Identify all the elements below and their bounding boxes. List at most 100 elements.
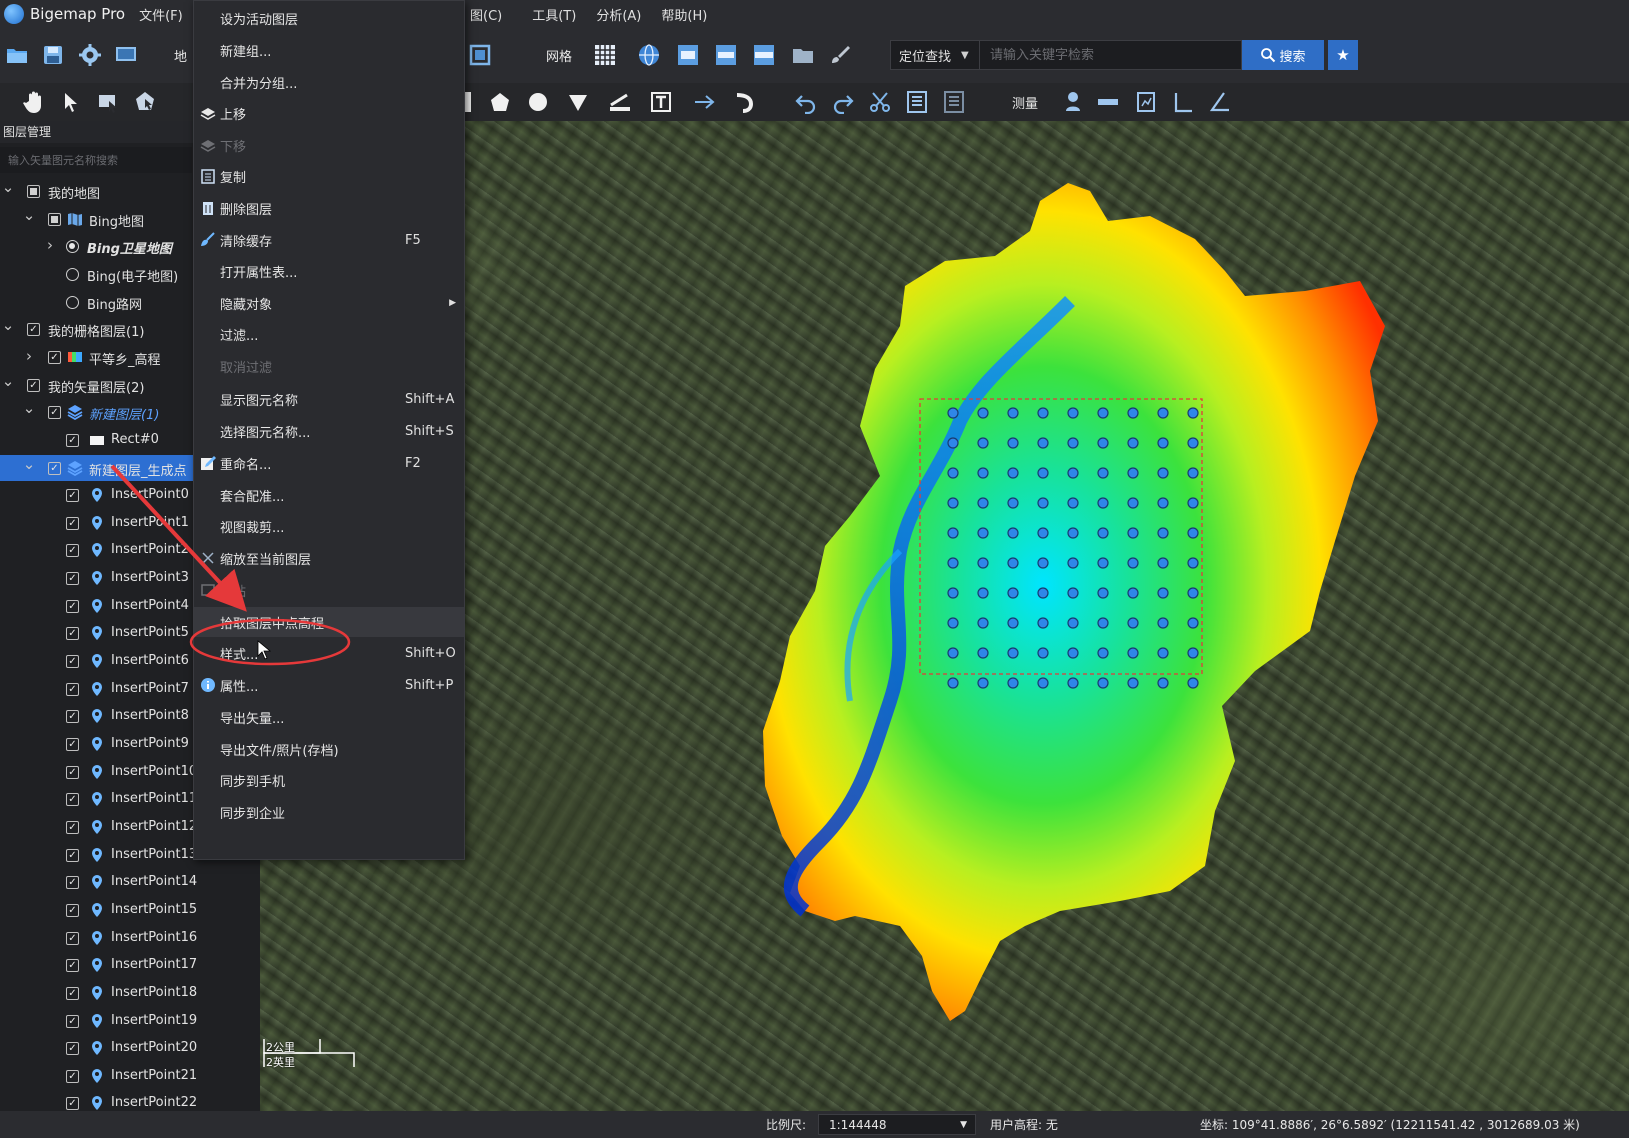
brush-icon[interactable] [827,42,853,68]
context-menu-item[interactable]: 视图裁剪... [194,511,464,541]
sample-point[interactable] [1187,527,1199,539]
sample-point[interactable] [1007,497,1019,509]
context-menu-item[interactable]: 属性... Shift+P [194,670,464,700]
layer-radio[interactable] [66,267,79,281]
measure-distance-icon[interactable] [1095,89,1121,115]
layer-checkbox[interactable]: ✓ [66,516,79,530]
context-menu-item[interactable]: 上移 [194,98,464,128]
sample-point[interactable] [1157,617,1169,629]
map-canvas[interactable]: 2公里 2英里 [260,121,1629,1111]
layer-checkbox[interactable]: ✓ [66,710,79,724]
layer-checkbox[interactable]: ✓ [27,378,40,392]
sample-point[interactable] [1157,497,1169,509]
sample-point[interactable] [1067,647,1079,659]
context-menu-item[interactable]: 同步到企业 [194,797,464,827]
measure-angle-icon[interactable] [1207,89,1233,115]
tree-row[interactable]: ✓ InsertPoint17 [0,952,260,978]
sample-point[interactable] [1127,497,1139,509]
menu-layer[interactable]: 图(C) [470,5,502,24]
save-icon[interactable] [40,42,66,68]
chevron-right-icon[interactable]: › [23,347,35,365]
sample-point[interactable] [1097,677,1109,689]
menu-tools[interactable]: 工具(T) [532,5,576,24]
sample-point[interactable] [1157,527,1169,539]
undo-icon[interactable] [793,89,819,115]
measure-area-icon[interactable] [1133,89,1159,115]
layer-checkbox[interactable]: ✓ [27,323,40,337]
sample-point[interactable] [1157,437,1169,449]
layer-checkbox[interactable]: ✓ [66,876,79,890]
polygon-tool-icon[interactable] [487,89,513,115]
layer-checkbox[interactable]: ✓ [66,931,79,945]
tree-row[interactable]: ✓ InsertPoint20 [0,1035,260,1061]
sample-point[interactable] [977,437,989,449]
curve-tool-icon[interactable] [732,89,758,115]
sample-point[interactable] [1037,497,1049,509]
sample-point[interactable] [1187,467,1199,479]
tree-row[interactable]: ✓ InsertPoint14 [0,869,260,895]
layer-checkbox[interactable]: ✓ [66,820,79,834]
chevron-down-icon[interactable]: ⌄ [23,455,36,473]
sample-point[interactable] [1007,407,1019,419]
menu-file[interactable]: 文件(F) [139,5,183,24]
tree-row[interactable]: ✓ InsertPoint21 [0,1063,260,1089]
search-button[interactable]: 搜索 [1242,40,1324,70]
menu-help[interactable]: 帮助(H) [661,5,707,24]
context-menu-item[interactable]: 导出矢量... [194,702,464,732]
redo-icon[interactable] [830,89,856,115]
layer-checkbox[interactable]: ✓ [66,682,79,696]
context-menu-item[interactable]: 新建组... [194,35,464,65]
chevron-down-icon[interactable]: ⌄ [2,178,15,196]
context-menu-item[interactable]: 打开属性表... [194,256,464,286]
context-menu-item[interactable]: 缩放至当前图层 [194,543,464,573]
sample-point[interactable] [1067,497,1079,509]
sample-point[interactable] [1127,677,1139,689]
tree-row[interactable]: ✓ InsertPoint19 [0,1008,260,1034]
sample-point[interactable] [1157,557,1169,569]
scissors-icon[interactable] [867,89,893,115]
open-folder-icon[interactable] [4,42,30,68]
sample-point[interactable] [1007,557,1019,569]
layer-checkbox[interactable] [27,185,40,198]
sample-point[interactable] [1187,587,1199,599]
sample-point[interactable] [1007,617,1019,629]
sample-point[interactable] [947,677,959,689]
sample-point[interactable] [1067,527,1079,539]
sample-point[interactable] [1187,617,1199,629]
sample-point[interactable] [1127,407,1139,419]
layer-checkbox[interactable]: ✓ [66,959,79,973]
sample-point[interactable] [1097,437,1109,449]
mapsheet-grid-icon[interactable] [713,42,739,68]
layer-checkbox[interactable]: ✓ [66,848,79,862]
sample-point[interactable] [1097,467,1109,479]
sample-point[interactable] [1187,497,1199,509]
favorite-star-button[interactable]: ★ [1328,40,1358,70]
sector-tool-icon[interactable] [565,89,591,115]
sample-point[interactable] [977,677,989,689]
chevron-down-icon[interactable]: ⌄ [23,206,36,224]
context-menu-item[interactable]: 选择图元名称... Shift+S [194,416,464,446]
layer-checkbox[interactable]: ✓ [66,627,79,641]
circle-tool-icon[interactable] [525,89,551,115]
sample-point[interactable] [977,557,989,569]
sample-point[interactable] [1007,467,1019,479]
sample-point[interactable] [947,587,959,599]
sample-point[interactable] [1127,527,1139,539]
layer-radio[interactable] [66,295,79,309]
layer-checkbox[interactable]: ✓ [66,738,79,751]
layer-checkbox[interactable]: ✓ [66,1069,79,1083]
sample-point[interactable] [1097,407,1109,419]
screen-icon[interactable] [113,42,139,68]
sample-point[interactable] [1187,437,1199,449]
sample-point[interactable] [1007,647,1019,659]
layer-search-input[interactable] [0,147,192,173]
sample-point[interactable] [1037,617,1049,629]
sample-point[interactable] [1037,467,1049,479]
sample-point[interactable] [977,467,989,479]
sample-point[interactable] [1097,647,1109,659]
search-input[interactable] [980,40,1242,70]
layer-checkbox[interactable]: ✓ [66,793,79,807]
sample-point[interactable] [1127,467,1139,479]
sample-point[interactable] [1067,617,1079,629]
sample-point[interactable] [1127,647,1139,659]
